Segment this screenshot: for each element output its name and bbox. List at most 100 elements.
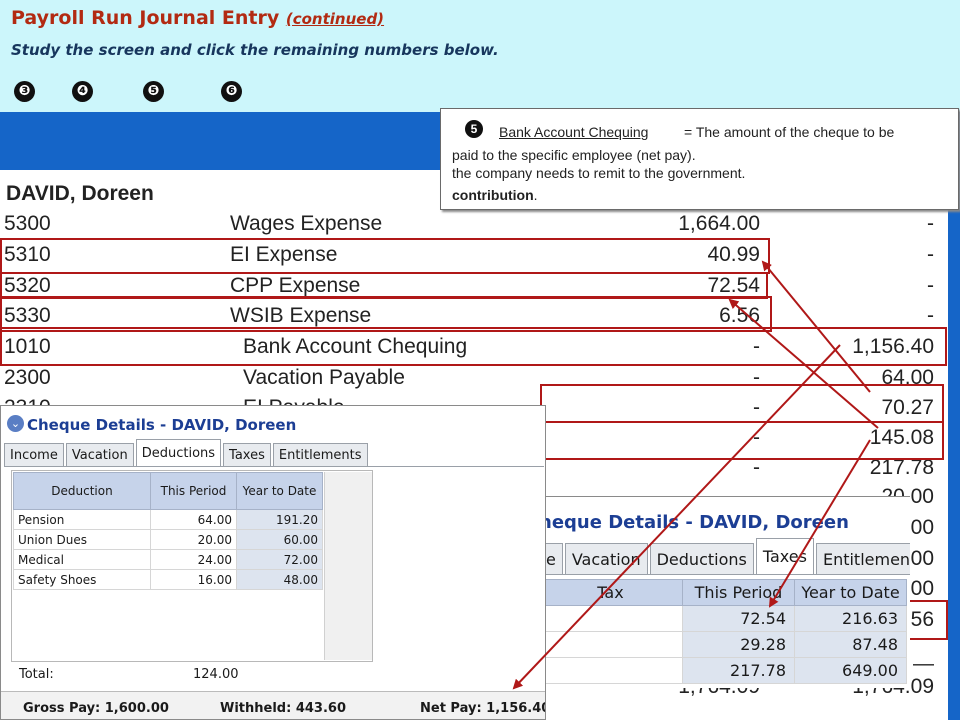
account-number: 5330 [4,304,51,327]
journal-row: 2300 Vacation Payable - 64.00 [0,364,948,395]
journal-row: 5300 Wages Expense 1,664.00 - [0,210,948,241]
this-period: 16.00 [150,569,237,590]
account-number: 5300 [4,212,51,235]
panel-empty-area [324,472,372,660]
credit-amount: - [927,304,934,327]
year-to-date: 191.20 [236,509,323,530]
cheque-details-deductions-window: ⌄ Cheque Details - DAVID, Doreen Income … [0,405,546,720]
tax-name [539,631,683,658]
credit-amount: - [927,212,934,235]
number-button-5[interactable]: ❺ [143,81,164,102]
tab-divider [539,574,910,575]
year-to-date: 87.48 [794,631,907,658]
number-button-3[interactable]: ❸ [14,81,35,102]
credit-amount: 1,156.40 [852,335,934,358]
callout-number: 5 [465,120,483,138]
credit-amount: 00 [910,547,934,570]
journal-row: 5320 CPP Expense 72.54 - [0,272,948,303]
credit-amount: - [927,243,934,266]
journal-row: 5310 EI Expense 40.99 - [0,241,948,272]
number-button-4[interactable]: ❹ [72,81,93,102]
tab-income[interactable]: Income [4,443,64,467]
tab-divider [4,466,544,467]
credit-amount: 145.08 [869,426,934,449]
callout-bold-word: contribution [452,187,534,203]
year-to-date: 48.00 [236,569,323,590]
year-to-date: 216.63 [794,605,907,632]
this-period: 72.54 [682,605,795,632]
debit-amount: - [753,456,760,479]
callout-line: paid to the specific employee (net pay). [452,147,696,163]
account-description: Vacation Payable [243,366,405,389]
account-number: 5320 [4,274,51,297]
tab-bar: e Vacation Deductions Taxes Entitlements [539,538,910,575]
deduction-name: Pension [13,509,151,530]
year-to-date: 60.00 [236,529,323,550]
tax-name [539,605,683,632]
credit-amount: 00 [910,516,934,539]
table-row[interactable]: 29.28 87.48 [539,631,907,658]
year-to-date: 72.00 [236,549,323,570]
credit-amount: 70.27 [881,396,934,419]
instruction-banner: Payroll Run Journal Entry (continued) St… [0,0,960,112]
tab-taxes[interactable]: Taxes [755,538,814,575]
tab-entitlements[interactable]: Entitlements [272,443,368,467]
window-title: heque Details - DAVID, Doreen [539,512,849,533]
title-continued: (continued) [285,10,385,28]
account-number: 2300 [4,366,51,389]
tab-taxes[interactable]: Taxes [223,443,271,467]
instruction-text: Study the screen and click the remaining… [11,41,499,59]
tab-entitlements[interactable]: Entitlements [815,543,910,575]
year-to-date: 649.00 [794,657,907,684]
credit-amount: 217.78 [869,456,934,479]
callout-term: Bank Account Chequing [499,124,649,140]
deduction-name: Safety Shoes [13,569,151,590]
column-header: Deduction [13,472,151,510]
this-period: 217.78 [682,657,795,684]
cheque-details-taxes-window: heque Details - DAVID, Doreen e Vacation… [538,496,910,688]
debit-amount: 1,664.00 [678,212,760,235]
collapse-icon[interactable]: ⌄ [7,415,24,432]
tab-vacation[interactable]: Vacation [564,543,648,575]
column-header: This Period [682,579,795,606]
number-button-6[interactable]: ❻ [221,81,242,102]
total-value: 124.00 [193,667,239,682]
this-period: 24.00 [150,549,237,570]
credit-amount: - [927,274,934,297]
this-period: 20.00 [150,529,237,550]
table-row[interactable]: Safety Shoes 16.00 48.00 [13,569,323,590]
table-row[interactable]: 217.78 649.00 [539,657,907,684]
debit-amount: 72.54 [707,274,760,297]
debit-amount: - [753,335,760,358]
taxes-table: Tax This Period Year to Date 72.54 216.6… [539,579,907,684]
account-description: Bank Account Chequing [243,335,468,358]
withheld: Withheld: 443.60 [220,701,346,716]
table-row[interactable]: Pension 64.00 191.20 [13,509,323,530]
debit-amount: - [753,366,760,389]
account-number: 5310 [4,243,51,266]
deduction-name: Union Dues [13,529,151,550]
callout-definition: = The amount of the cheque to be [684,124,895,140]
net-pay: Net Pay: 1,156.40 [420,701,546,716]
debit-amount: 40.99 [707,243,760,266]
title-main: Payroll Run Journal Entry [11,7,280,29]
this-period: 64.00 [150,509,237,530]
tab-vacation[interactable]: Vacation [65,443,134,467]
account-description: WSIB Expense [230,304,372,327]
frame-right-edge [948,170,960,720]
column-header: Year to Date [794,579,907,606]
column-header: Year to Date [236,472,323,510]
column-header: This Period [150,472,237,510]
total-label: Total: [19,667,54,682]
column-header: Tax [539,579,683,606]
credit-amount: 56 [910,608,934,631]
table-row[interactable]: Medical 24.00 72.00 [13,549,323,570]
employee-name: DAVID, Doreen [6,182,154,205]
account-description: CPP Expense [230,274,361,297]
table-row[interactable]: 72.54 216.63 [539,605,907,632]
credit-amount: 64.00 [881,366,934,389]
tab-deductions[interactable]: Deductions [649,543,754,575]
credit-amount: 00 [910,577,934,600]
tab-deductions[interactable]: Deductions [135,439,222,467]
table-row[interactable]: Union Dues 20.00 60.00 [13,529,323,550]
